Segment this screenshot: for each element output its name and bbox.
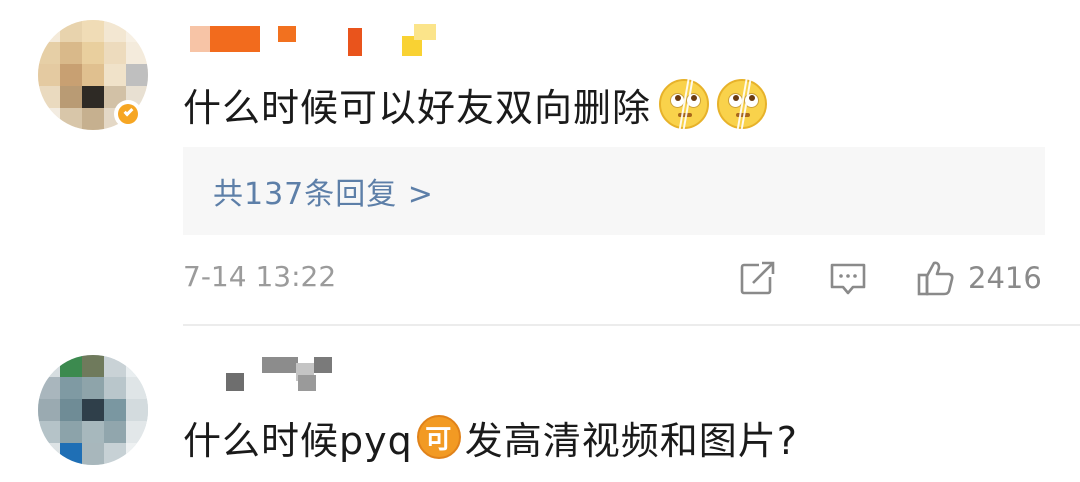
- thumbs-up-icon: [917, 261, 954, 296]
- comment-meta-row: 7-14 13:22 2416: [183, 256, 1045, 302]
- timestamp: 7-14 13:22: [183, 260, 337, 293]
- ke-badge-icon: 可: [416, 415, 461, 459]
- reply-button[interactable]: [829, 258, 867, 298]
- avatar[interactable]: [38, 355, 148, 465]
- comment-text: 什么时候pyq 可 发高清视频和图片?: [183, 409, 798, 465]
- comment-icon: [830, 263, 866, 295]
- like-button[interactable]: 2416: [916, 258, 1042, 298]
- eye-roll-emoji-icon: [659, 79, 710, 131]
- view-replies-link[interactable]: 共137条回复 >: [213, 169, 434, 213]
- comment-item: 什么时候可以好友双向删除 共137条回复 > 7-14 13:22 2416: [0, 0, 1080, 326]
- like-count: 2416: [968, 261, 1042, 295]
- verified-badge-icon: [114, 100, 142, 128]
- share-icon: [740, 261, 775, 295]
- comment-text-content: 什么时候可以好友双向删除: [183, 85, 652, 130]
- comment-text-after: 发高清视频和图片?: [464, 418, 798, 463]
- share-button[interactable]: [739, 258, 777, 298]
- comment-text-before: 什么时候pyq: [183, 418, 413, 463]
- replies-box[interactable]: 共137条回复 >: [183, 147, 1045, 235]
- avatar-mosaic: [38, 355, 148, 465]
- eye-roll-emoji-icon: [717, 79, 768, 131]
- comment-text: 什么时候可以好友双向删除: [183, 76, 768, 132]
- comment-item: 什么时候pyq 可 发高清视频和图片?: [0, 325, 1080, 482]
